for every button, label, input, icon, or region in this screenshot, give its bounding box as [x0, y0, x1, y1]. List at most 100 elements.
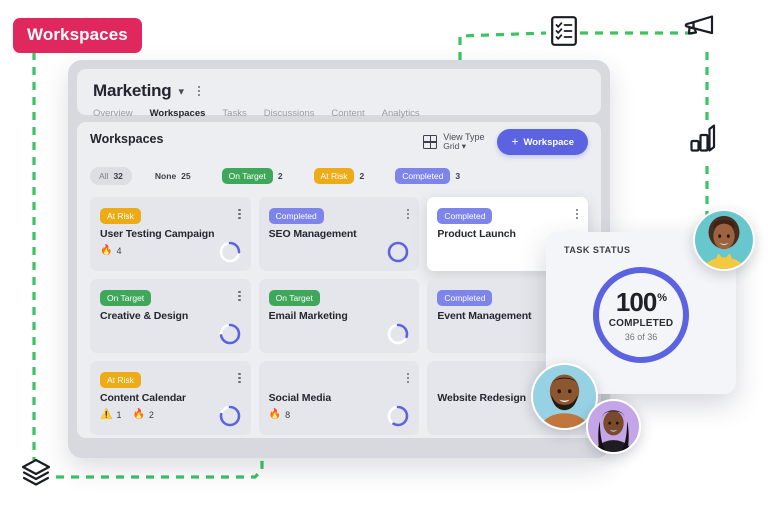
workspace-name: Social Media — [268, 392, 332, 404]
filter-count: 25 — [181, 171, 191, 181]
progress-ring — [388, 323, 409, 345]
status-badge-label: Completed — [268, 208, 324, 224]
metric-value: 1 — [116, 410, 122, 420]
workspace-card-top: On Target — [268, 288, 410, 306]
task-status-donut: 100% COMPLETED 36 of 36 — [590, 264, 692, 366]
filter-label: All — [99, 171, 109, 181]
filter-label: On Target — [221, 168, 273, 184]
status-badge: Completed — [437, 288, 493, 306]
workspace-card-grid: At Risk User Testing Campaign 🔥 4 Completed S… — [90, 197, 588, 435]
progress-ring — [388, 241, 409, 263]
status-badge-label: On Target — [268, 290, 320, 306]
checklist-icon — [551, 16, 577, 51]
filter-label: None — [154, 171, 177, 181]
app-window: Marketing ▾ Overview Workspaces Tasks Di… — [68, 60, 610, 458]
status-badge-label: At Risk — [100, 372, 141, 388]
bar-chart-icon — [690, 124, 718, 157]
app-header: Marketing ▾ Overview Workspaces Tasks Di… — [77, 69, 601, 125]
avatar-woman-straight-hair — [586, 399, 641, 454]
workspace-card[interactable]: On Target Email Marketing — [258, 279, 420, 353]
more-options-icon[interactable] — [198, 83, 201, 99]
workspace-name: Creative & Design — [100, 310, 189, 322]
workspace-card-top: At Risk — [100, 206, 241, 224]
card-more-options-icon[interactable] — [407, 370, 410, 386]
filter-chip-on-target[interactable]: On Target 2 — [213, 164, 292, 188]
metric-warning: ⚠️ 1 — [100, 409, 122, 421]
progress-ring — [219, 323, 240, 345]
filter-count: 2 — [277, 171, 283, 181]
filter-label: At Risk — [313, 168, 355, 184]
annotation-tag-workspaces: Workspaces — [13, 18, 142, 53]
screenshot-stage: Workspaces Marketing ▾ Overview Workspac… — [0, 0, 768, 506]
status-badge-label: At Risk — [100, 208, 141, 224]
workspace-card[interactable]: At Risk Content Calendar ⚠️ 1 🔥 2 — [90, 361, 251, 435]
workspace-card[interactable]: Social Media 🔥 8 — [258, 361, 420, 435]
workspace-name: User Testing Campaign — [100, 228, 215, 240]
section-title: Workspaces — [90, 132, 164, 146]
fire-icon: 🔥 — [132, 409, 145, 420]
status-badge-label: Completed — [437, 290, 493, 306]
workspace-card-top: On Target — [100, 288, 241, 306]
panel-header: Workspaces View Type Grid ▾ + Workspace — [90, 129, 588, 155]
panel-header-actions: View Type Grid ▾ + Workspace — [423, 129, 588, 155]
filter-chip-completed[interactable]: Completed 3 — [386, 164, 469, 188]
status-badge-label: On Target — [100, 290, 152, 306]
card-more-options-icon[interactable] — [575, 206, 578, 222]
progress-ring — [388, 405, 409, 427]
workspaces-panel: Workspaces View Type Grid ▾ + Workspace … — [77, 122, 601, 438]
plus-icon: + — [511, 134, 519, 149]
card-more-options-icon[interactable] — [238, 206, 241, 222]
metric-value: 2 — [148, 410, 154, 420]
status-badge: At Risk — [100, 206, 141, 224]
status-badge: On Target — [268, 288, 320, 306]
workspace-card-top: Completed — [268, 206, 410, 224]
filter-chip-at-risk[interactable]: At Risk 2 — [305, 164, 374, 188]
card-more-options-icon[interactable] — [238, 370, 241, 386]
filter-chip-all[interactable]: All 32 — [90, 167, 132, 185]
filter-count: 2 — [359, 171, 365, 181]
view-type-selector[interactable]: View Type Grid ▾ — [423, 132, 484, 152]
workspace-card[interactable]: On Target Creative & Design — [90, 279, 251, 353]
workspace-card[interactable]: Completed SEO Management — [258, 197, 420, 271]
page-title: Marketing — [93, 81, 172, 100]
grid-icon — [423, 134, 438, 149]
status-filter-bar: All 32 None 25 On Target 2 At Risk 2 Com… — [90, 164, 588, 188]
workspace-name: Content Calendar — [100, 392, 186, 404]
metric-fire: 🔥 4 — [100, 245, 122, 257]
megaphone-icon — [684, 14, 714, 45]
filter-count: 3 — [455, 171, 461, 181]
status-badge: At Risk — [100, 370, 141, 388]
title-row: Marketing ▾ — [93, 81, 585, 101]
task-detail: 36 of 36 — [624, 331, 658, 342]
fire-icon: 🔥 — [268, 409, 282, 420]
workspace-name: Email Marketing — [268, 310, 348, 322]
card-more-options-icon[interactable] — [238, 288, 241, 304]
workspace-card[interactable]: At Risk User Testing Campaign 🔥 4 — [90, 197, 251, 271]
add-workspace-button[interactable]: + Workspace — [497, 129, 588, 155]
metric-value: 8 — [285, 410, 291, 420]
workspace-card-top: Completed — [437, 206, 578, 224]
filter-chip-none[interactable]: None 25 — [145, 167, 200, 185]
task-caption: COMPLETED — [608, 317, 674, 329]
add-workspace-label: Workspace — [523, 136, 574, 148]
view-type-value: Grid ▾ — [443, 141, 466, 152]
warning-icon: ⚠️ — [100, 409, 113, 420]
workspace-name: SEO Management — [268, 228, 357, 240]
avatar-curly-hair-woman — [693, 209, 755, 271]
metric-fire: 🔥 2 — [132, 409, 154, 421]
filter-label: Completed — [395, 168, 451, 184]
status-badge-label: Completed — [437, 208, 493, 224]
layers-icon — [20, 458, 52, 491]
filter-count: 32 — [113, 171, 123, 181]
fire-icon: 🔥 — [100, 245, 113, 256]
workspace-card-top: At Risk — [100, 370, 241, 388]
status-badge: Completed — [437, 206, 493, 224]
chevron-down-icon[interactable]: ▾ — [179, 86, 185, 98]
task-percent: 100% — [615, 286, 667, 317]
status-badge: On Target — [100, 288, 152, 306]
metric-value: 4 — [116, 246, 122, 256]
status-badge: Completed — [268, 206, 324, 224]
card-more-options-icon[interactable] — [407, 206, 410, 222]
progress-ring — [219, 241, 240, 263]
progress-ring — [219, 405, 240, 427]
